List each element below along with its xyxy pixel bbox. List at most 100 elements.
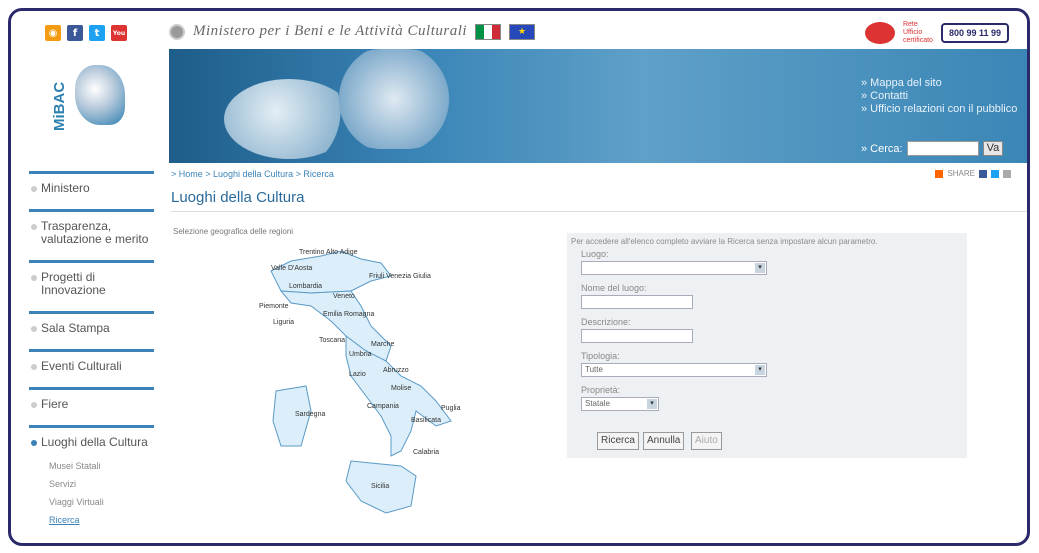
banner-search: » Cerca: Va — [861, 141, 1004, 156]
search-form: Per accedere all'elenco completo avviare… — [567, 233, 967, 458]
region-label[interactable]: Emilia Romagna — [323, 311, 374, 319]
twitter-share-icon[interactable] — [991, 169, 999, 178]
region-label[interactable]: Campania — [367, 403, 399, 411]
ministry-header: Ministero per i Beni e le Attività Cultu… — [169, 23, 536, 40]
sidebar-item-label: Luoghi della Cultura — [41, 435, 148, 449]
facebook-icon[interactable]: f — [67, 25, 83, 41]
chevron-down-icon[interactable]: ▾ — [755, 263, 765, 273]
quality-text: Rete Ufficio certificato — [902, 21, 933, 44]
search-input[interactable] — [906, 141, 979, 156]
share-icon[interactable] — [935, 169, 944, 178]
region-label[interactable]: Molise — [391, 385, 411, 393]
logo-head-icon — [75, 65, 125, 125]
region-label[interactable]: Abruzzo — [383, 367, 409, 375]
sidebar-item-luoghi[interactable]: Luoghi della Cultura — [29, 425, 154, 457]
phone-number[interactable]: 800 99 11 99 — [940, 23, 1009, 43]
urp-link[interactable]: » Ufficio relazioni con il pubblico — [861, 103, 1017, 116]
sidebar-item-label: Trasparenza, valutazione e merito — [41, 219, 149, 246]
banner-links: » Mappa del sito » Contatti » Ufficio re… — [861, 77, 1017, 116]
youtube-icon[interactable]: You — [111, 25, 127, 41]
region-label[interactable]: Sicilia — [371, 483, 389, 491]
luogo-select[interactable]: ▾ — [581, 261, 767, 275]
aiuto-button[interactable]: Aiuto — [691, 432, 722, 450]
region-label[interactable]: Trentino Alto Adige — [299, 249, 358, 257]
share-label[interactable]: SHARE — [947, 169, 975, 178]
region-label[interactable]: Lazio — [349, 371, 366, 379]
facebook-share-icon[interactable] — [979, 169, 987, 178]
breadcrumb[interactable]: > Home > Luoghi della Cultura > Ricerca — [171, 169, 334, 179]
chevron-down-icon[interactable]: ▾ — [755, 365, 765, 375]
annulla-button[interactable]: Annulla — [643, 432, 685, 450]
proprieta-select[interactable]: Statale ▾ — [581, 397, 659, 411]
rss-icon[interactable]: ◉ — [45, 25, 61, 41]
region-label[interactable]: Basilicata — [411, 417, 441, 425]
bullet-icon — [31, 275, 37, 281]
sidebar-item-label: Eventi Culturali — [41, 359, 122, 373]
region-center — [279, 290, 392, 362]
sidebar-item-label: Fiere — [41, 397, 69, 411]
tipologia-select[interactable]: Tutte ▾ — [581, 363, 767, 377]
nome-input[interactable] — [581, 295, 693, 309]
sidebar-item-trasparenza[interactable]: Trasparenza, valutazione e merito — [29, 209, 154, 254]
region-label[interactable]: Friuli Venezia Giulia — [369, 273, 431, 281]
geo-selection-label: Selezione geografica delle regioni — [173, 227, 294, 236]
sidebar-item-label: Ministero — [41, 181, 90, 195]
bullet-icon — [31, 440, 37, 446]
sidebar: Ministero Trasparenza, valutazione e mer… — [29, 171, 154, 529]
bullet-icon — [31, 326, 37, 332]
descrizione-input[interactable] — [581, 329, 693, 343]
subnav-viaggi-virtuali[interactable]: Viaggi Virtuali — [49, 493, 154, 511]
top-bar: ◉ f t You Ministero per i Beni e le Atti… — [11, 11, 1027, 49]
subnav-musei-statali[interactable]: Musei Statali — [49, 457, 154, 475]
header-right-logos: Rete Ufficio certificato 800 99 11 99 — [864, 21, 1009, 45]
header-banner: » Mappa del sito » Contatti » Ufficio re… — [169, 49, 1027, 163]
sidebar-item-sala-stampa[interactable]: Sala Stampa — [29, 311, 154, 343]
search-label: » Cerca: — [861, 142, 903, 155]
sidebar-item-label: Progetti di Innovazione — [41, 270, 106, 297]
bullet-icon — [31, 364, 37, 370]
region-label[interactable]: Toscana — [319, 337, 345, 345]
search-go-button[interactable]: Va — [982, 141, 1004, 156]
sidebar-item-label: Sala Stampa — [41, 321, 110, 335]
form-note: Per accedere all'elenco completo avviare… — [571, 237, 878, 246]
logo-text: MiBAC — [51, 81, 68, 131]
subnav-servizi[interactable]: Servizi — [49, 475, 154, 493]
contacts-link[interactable]: » Contatti — [861, 90, 1017, 103]
sidebar-item-eventi[interactable]: Eventi Culturali — [29, 349, 154, 381]
italy-map: Trentino Alto Adige Valle D'Aosta Friuli… — [251, 249, 481, 521]
sidebar-item-progetti[interactable]: Progetti di Innovazione — [29, 260, 154, 305]
title-divider — [171, 211, 1027, 212]
twitter-icon[interactable]: t — [89, 25, 105, 41]
ricerca-button[interactable]: Ricerca — [597, 432, 639, 450]
nome-label: Nome del luogo: — [581, 283, 647, 293]
descrizione-label: Descrizione: — [581, 317, 631, 327]
region-label[interactable]: Calabria — [413, 449, 439, 457]
italy-flag-icon — [475, 23, 502, 40]
bullet-icon — [31, 402, 37, 408]
region-label[interactable]: Umbria — [349, 351, 372, 359]
mibac-logo[interactable]: MiBAC — [45, 61, 135, 131]
tipologia-value: Tutte — [585, 365, 603, 374]
share-bar: SHARE — [935, 169, 1011, 178]
page-frame: ◉ f t You Ministero per i Beni e le Atti… — [8, 8, 1030, 546]
region-label[interactable]: Valle D'Aosta — [271, 265, 312, 273]
sidebar-item-ministero[interactable]: Ministero — [29, 171, 154, 203]
sitemap-link[interactable]: » Mappa del sito — [861, 77, 1017, 90]
bullet-icon — [31, 224, 37, 230]
region-label[interactable]: Marche — [371, 341, 394, 349]
sidebar-item-fiere[interactable]: Fiere — [29, 387, 154, 419]
region-label[interactable]: Sardegna — [295, 411, 325, 419]
luogo-label: Luogo: — [581, 249, 609, 259]
region-label[interactable]: Veneto — [333, 293, 355, 301]
subnav-ricerca[interactable]: Ricerca — [49, 511, 154, 529]
region-label[interactable]: Piemonte — [259, 303, 289, 311]
statue-image — [204, 49, 464, 163]
chevron-down-icon[interactable]: ▾ — [647, 399, 657, 409]
region-label[interactable]: Liguria — [273, 319, 294, 327]
region-label[interactable]: Lombardia — [289, 283, 322, 291]
republic-emblem-icon — [169, 23, 185, 40]
more-share-icon[interactable] — [1003, 169, 1011, 178]
ministry-title: Ministero per i Beni e le Attività Cultu… — [193, 23, 468, 39]
region-label[interactable]: Puglia — [441, 405, 460, 413]
social-links: ◉ f t You — [45, 25, 127, 41]
